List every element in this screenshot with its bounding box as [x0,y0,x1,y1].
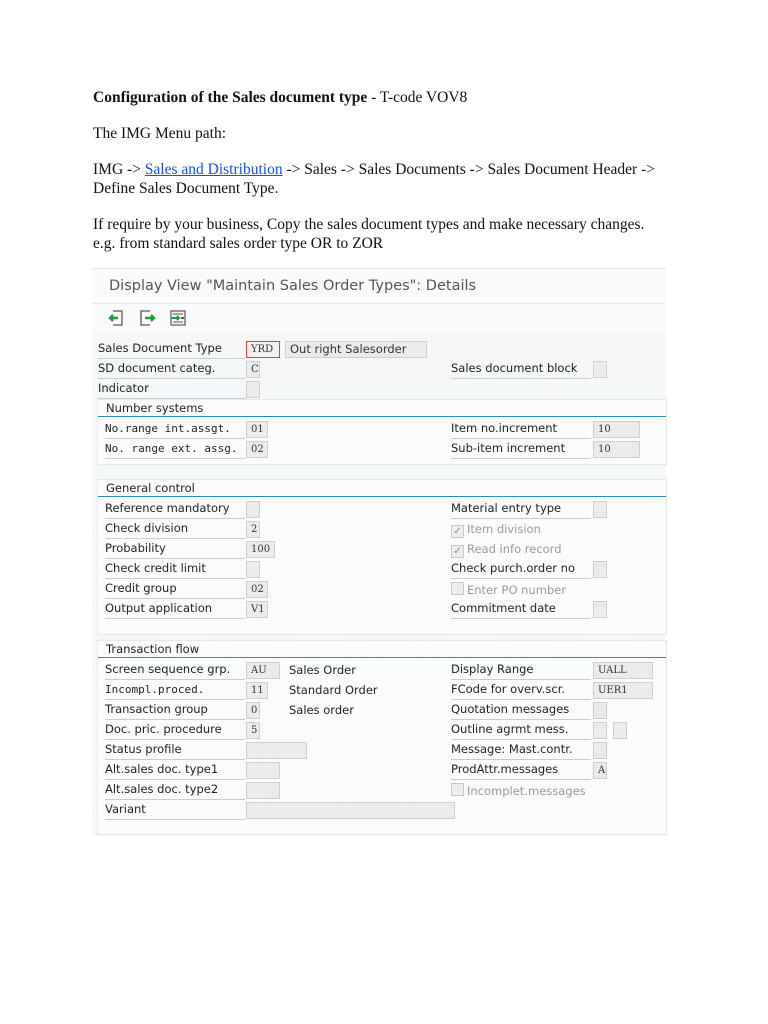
checkbox-label: Incomplet.messages [467,784,586,798]
transaction-flow-title: Transaction flow [106,642,200,656]
output-application-label: Output application [105,600,245,619]
status-profile-field[interactable] [246,742,307,759]
quotation-messages-label: Quotation messages [451,701,591,720]
display-range-field[interactable]: UALL [593,662,653,679]
incompl-proced-label: Incompl.proced. [105,681,245,700]
img-menu-path: IMG -> Sales and Distribution -> Sales -… [93,161,656,197]
number-systems-title: Number systems [106,401,204,415]
indicator-label: Indicator [98,380,245,399]
alt-sales-doc-type2-field[interactable] [246,782,280,799]
sales-document-block-label: Sales document block [451,360,591,379]
sap-title-bar: Display View "Maintain Sales Order Types… [92,269,666,304]
transaction-group-description: Sales order [289,703,354,717]
outline-agrmt-mess-label: Outline agrmt mess. [451,721,591,740]
sap-toolbar [92,304,666,332]
sub-item-increment-field[interactable]: 10 [593,441,640,458]
fcode-for-overv-scr-field[interactable]: UER1 [593,682,653,699]
check-credit-limit-field[interactable] [246,561,260,578]
enter-po-number-checkbox[interactable]: Enter PO number [451,582,566,597]
quotation-messages-field[interactable] [593,702,607,719]
indicator-field[interactable] [246,381,260,398]
check-purch-order-no-field[interactable] [593,561,607,578]
sales-document-type-description: Out right Salesorder [285,341,427,358]
select-block-icon[interactable] [169,309,187,327]
checkbox-label: Item division [467,522,541,536]
sap-screen-title: Display View "Maintain Sales Order Types… [109,278,477,294]
transaction-flow-divider [98,657,666,658]
checkbox-empty-icon[interactable] [451,783,464,796]
transaction-group-field[interactable]: 0 [246,702,260,719]
incomplet-messages-checkbox[interactable]: Incomplet.messages [451,783,586,798]
material-entry-type-label: Material entry type [451,500,591,519]
prodattr-messages-field[interactable]: A [593,762,607,779]
incompl-proced-field[interactable]: 11 [246,682,268,699]
item-division-checkbox[interactable]: ✓ Item division [451,522,541,538]
alt-sales-doc-type1-field[interactable] [246,762,280,779]
message-mast-contr-field[interactable] [593,742,607,759]
checkbox-label: Read info record [467,542,562,556]
transaction-group-label: Transaction group [105,701,245,720]
sales-and-distribution-link[interactable]: Sales and Distribution [145,161,283,178]
reference-mandatory-field[interactable] [246,501,260,518]
checkbox-label: Enter PO number [467,583,567,597]
item-no-increment-field[interactable]: 10 [593,421,640,438]
probability-field[interactable]: 100 [246,541,275,558]
previous-entry-icon[interactable] [108,309,126,327]
checkbox-empty-icon[interactable] [451,582,464,595]
checkmark-icon[interactable]: ✓ [451,525,464,538]
number-systems-divider [98,416,666,417]
item-no-increment-label: Item no.increment [451,420,591,439]
sales-document-type-field[interactable]: YRD [246,341,280,358]
credit-group-field[interactable]: 02 [246,581,268,598]
general-control-title: General control [106,481,195,495]
check-credit-limit-label: Check credit limit [105,560,245,579]
display-range-label: Display Range [451,661,591,680]
commitment-date-field[interactable] [593,601,607,618]
prodattr-messages-label: ProdAttr.messages [451,761,591,780]
incompl-proced-description: Standard Order [289,683,378,697]
material-entry-type-field[interactable] [593,501,607,518]
probability-label: Probability [105,540,245,559]
outline-agrmt-mess-field-2[interactable] [613,722,627,739]
message-mast-contr-label: Message: Mast.contr. [451,741,591,760]
screen-sequence-grp-description: Sales Order [289,663,356,677]
no-range-int-assgt-label: No.range int.assgt. [105,420,245,439]
document-page: Configuration of the Sales document type… [0,0,768,1024]
credit-group-label: Credit group [105,580,245,599]
next-entry-icon[interactable] [138,309,156,327]
fcode-for-overv-scr-label: FCode for overv.scr. [451,681,591,700]
img-path-label: The IMG Menu path: [93,125,227,142]
alt-sales-doc-type2-label: Alt.sales doc. type2 [105,781,245,800]
sap-screenshot: Display View "Maintain Sales Order Types… [92,268,667,836]
read-info-record-checkbox[interactable]: ✓ Read info record [451,542,562,558]
sales-document-block-field[interactable] [593,361,607,378]
no-range-int-assgt-field[interactable]: 01 [246,421,268,438]
doc-pric-procedure-label: Doc. pric. procedure [105,721,245,740]
doc-pric-procedure-field[interactable]: 5 [246,722,260,739]
sd-document-categ-field[interactable]: C [246,361,260,378]
variant-label: Variant [105,801,245,820]
check-purch-order-no-label: Check purch.order no [451,560,591,579]
screen-sequence-grp-label: Screen sequence grp. [105,661,245,680]
section-heading: Configuration of the Sales document type… [93,89,468,106]
output-application-field[interactable]: V1 [246,601,268,618]
alt-sales-doc-type1-label: Alt.sales doc. type1 [105,761,245,780]
commitment-date-label: Commitment date [451,600,591,619]
checkmark-icon[interactable]: ✓ [451,545,464,558]
status-profile-label: Status profile [105,741,245,760]
sales-document-type-label: Sales Document Type [98,340,245,359]
check-division-label: Check division [105,520,245,539]
check-division-field[interactable]: 2 [246,521,260,538]
variant-field[interactable] [246,802,455,819]
no-range-ext-assg-label: No. range ext. assg. [105,440,245,459]
reference-mandatory-label: Reference mandatory [105,500,245,519]
sub-item-increment-label: Sub-item increment [451,440,591,459]
screen-sequence-grp-field[interactable]: AU [246,662,280,679]
sd-document-categ-label: SD document categ. [98,360,245,379]
general-control-divider [98,496,666,497]
copy-note: If require by your business, Copy the sa… [93,216,645,252]
outline-agrmt-mess-field[interactable] [593,722,607,739]
no-range-ext-assg-field[interactable]: 02 [246,441,268,458]
